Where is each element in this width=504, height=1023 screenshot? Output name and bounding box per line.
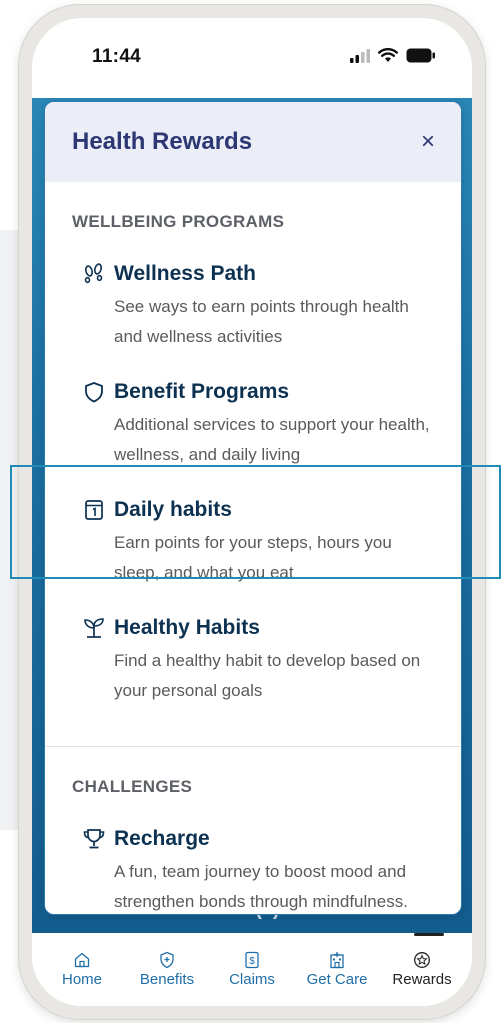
tab-label: Get Care bbox=[306, 971, 368, 988]
item-description: Additional services to support your heal… bbox=[114, 415, 430, 464]
list-item-healthy-habits[interactable]: Healthy Habits Find a healthy habit to d… bbox=[82, 616, 461, 706]
list-item-recharge[interactable]: Recharge A fun, team journey to boost mo… bbox=[82, 827, 461, 914]
svg-text:$: $ bbox=[249, 956, 255, 967]
list-item-benefit-programs[interactable]: Benefit Programs Additional services to … bbox=[82, 380, 461, 470]
calendar-icon bbox=[85, 500, 103, 520]
bottom-tab-bar: Home Benefits $ Claims Get Care Rewards bbox=[32, 933, 472, 1006]
list-item-daily-habits[interactable]: Daily habits Earn points for your steps,… bbox=[82, 498, 461, 588]
close-button[interactable]: × bbox=[421, 130, 435, 154]
active-tab-indicator bbox=[414, 933, 444, 936]
tab-label: Benefits bbox=[139, 971, 195, 988]
section-label-wellbeing: WELLBEING PROGRAMS bbox=[72, 212, 285, 231]
modal-header: Health Rewards × bbox=[45, 102, 461, 182]
status-bar: 11:44 bbox=[32, 18, 472, 98]
item-title: Recharge bbox=[114, 827, 210, 850]
item-title: Wellness Path bbox=[114, 262, 256, 285]
item-description: Find a healthy habit to develop based on… bbox=[114, 651, 421, 700]
hospital-icon bbox=[330, 952, 344, 969]
tab-label: Home bbox=[61, 971, 102, 988]
tab-rewards[interactable]: Rewards bbox=[382, 933, 462, 1006]
trophy-icon bbox=[83, 829, 105, 849]
tab-claims[interactable]: $ Claims bbox=[212, 933, 292, 1006]
battery-icon bbox=[406, 48, 435, 63]
section-divider bbox=[45, 746, 461, 747]
phone-screen: 11:44 You have 3 reminder(s) Health Rewa… bbox=[32, 18, 472, 1006]
item-description: See ways to earn points through health a… bbox=[114, 297, 409, 346]
status-icons bbox=[350, 48, 436, 63]
wifi-icon bbox=[378, 48, 398, 62]
star-badge-icon bbox=[414, 952, 430, 968]
item-title: Daily habits bbox=[114, 498, 232, 521]
section-label-challenges: CHALLENGES bbox=[72, 777, 193, 796]
item-description: A fun, team journey to boost mood and st… bbox=[114, 862, 408, 911]
dollar-doc-icon: $ bbox=[245, 951, 259, 969]
list-item-wellness-path[interactable]: Wellness Path See ways to earn points th… bbox=[82, 262, 461, 352]
tab-get-care[interactable]: Get Care bbox=[297, 933, 377, 1006]
sprout-icon bbox=[84, 618, 104, 638]
modal-title: Health Rewards bbox=[72, 128, 253, 155]
status-time: 11:44 bbox=[92, 46, 142, 67]
item-title: Benefit Programs bbox=[114, 380, 290, 403]
item-title: Healthy Habits bbox=[114, 616, 260, 639]
home-icon bbox=[74, 952, 90, 968]
health-rewards-modal: Health Rewards × WELLBEING PROGRAMS Well… bbox=[44, 101, 462, 915]
tab-label: Claims bbox=[229, 971, 275, 988]
shield-plus-icon bbox=[160, 951, 174, 969]
tab-benefits[interactable]: Benefits bbox=[127, 933, 207, 1006]
shield-icon bbox=[85, 382, 103, 403]
item-description: Earn points for your steps, hours you sl… bbox=[114, 533, 392, 582]
signal-icon bbox=[350, 48, 370, 63]
tab-label: Rewards bbox=[392, 971, 452, 988]
tab-home[interactable]: Home bbox=[42, 933, 122, 1006]
footprints-icon bbox=[84, 263, 103, 284]
